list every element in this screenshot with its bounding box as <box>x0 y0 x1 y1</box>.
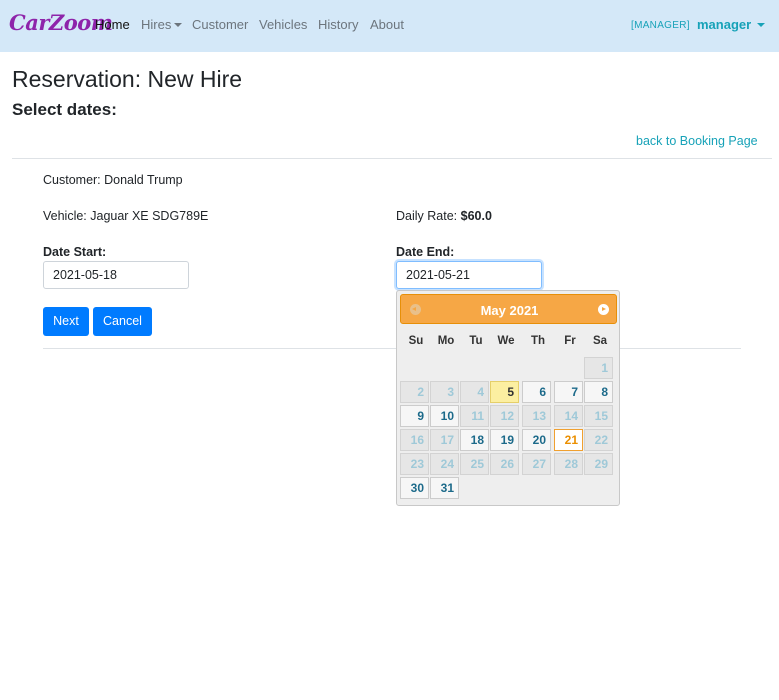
weekday-header: Mo <box>437 335 455 347</box>
user-name: manager <box>697 17 752 32</box>
calendar-day[interactable]: 9 <box>400 405 429 427</box>
vehicle-info: Vehicle: Jaguar XE SDG789E <box>43 209 209 223</box>
weekday-header: Sa <box>592 335 608 347</box>
date-end-label: Date End: <box>396 245 455 259</box>
calendar-day: 28 <box>554 453 583 475</box>
date-end-input[interactable]: 2021-05-21 <box>396 261 542 289</box>
chevron-down-icon <box>757 23 766 27</box>
nav-home[interactable]: Home <box>95 17 130 32</box>
date-start-label: Date Start: <box>43 245 107 259</box>
calendar-day: 15 <box>584 405 613 427</box>
calendar-day[interactable]: 5 <box>490 381 519 403</box>
weekday-header: Su <box>408 335 424 347</box>
calendar-day: 24 <box>430 453 459 475</box>
calendar-day: 27 <box>522 453 551 475</box>
nav-hires-label: Hires <box>141 17 172 32</box>
datepicker-month-title: May 2021 <box>480 303 539 318</box>
calendar-day[interactable]: 7 <box>554 381 583 403</box>
calendar-day: 23 <box>400 453 429 475</box>
customer-info: Customer: Donald Trump <box>43 173 183 187</box>
divider-bottom <box>43 348 741 349</box>
calendar-day[interactable]: 19 <box>490 429 519 451</box>
nav-customer[interactable]: Customer <box>192 17 248 32</box>
nav-hires[interactable]: Hires <box>141 17 183 32</box>
calendar-day: 13 <box>522 405 551 427</box>
cancel-button[interactable]: Cancel <box>93 307 152 336</box>
weekday-header: Th <box>530 335 546 347</box>
back-to-booking-link[interactable]: back to Booking Page <box>636 134 758 148</box>
user-menu[interactable]: manager <box>697 17 766 32</box>
calendar-day[interactable]: 31 <box>430 477 459 499</box>
calendar-day[interactable]: 20 <box>522 429 551 451</box>
datepicker-header: May 2021 <box>400 294 617 324</box>
calendar-day: 11 <box>460 405 489 427</box>
datepicker-popup: May 2021 Su Mo Tu We Th Fr Sa 1 2 3 4 5 6 7 8 9 10 11 12 1… <box>396 290 620 506</box>
weekday-header: We <box>497 335 515 347</box>
divider-top <box>12 158 772 159</box>
chevron-down-icon <box>174 23 183 27</box>
page-title: Reservation: New Hire <box>12 66 243 92</box>
calendar-day: 22 <box>584 429 613 451</box>
top-navbar: CarZoom Home Hires Customer Vehicles His… <box>0 0 779 52</box>
calendar-day: 3 <box>430 381 459 403</box>
calendar-day: 26 <box>490 453 519 475</box>
calendar-day: 25 <box>460 453 489 475</box>
calendar-day: 29 <box>584 453 613 475</box>
weekday-header: Fr <box>564 335 576 347</box>
nav-about[interactable]: About <box>370 17 404 32</box>
calendar-day[interactable]: 18 <box>460 429 489 451</box>
weekday-header: Tu <box>469 335 483 347</box>
calendar-day: 17 <box>430 429 459 451</box>
calendar-day[interactable]: 8 <box>584 381 613 403</box>
calendar-day: 12 <box>490 405 519 427</box>
calendar-day[interactable]: 21 <box>554 429 583 451</box>
next-month-icon[interactable] <box>598 304 609 315</box>
calendar-day: 2 <box>400 381 429 403</box>
daily-rate-label: Daily Rate: <box>396 209 458 223</box>
calendar-day[interactable]: 10 <box>430 405 459 427</box>
next-button[interactable]: Next <box>43 307 89 336</box>
page-subtitle: Select dates: <box>12 100 117 119</box>
calendar-day[interactable]: 30 <box>400 477 429 499</box>
calendar-day[interactable]: 6 <box>522 381 551 403</box>
nav-history[interactable]: History <box>318 17 358 32</box>
calendar-day: 1 <box>584 357 613 379</box>
nav-vehicles[interactable]: Vehicles <box>259 17 307 32</box>
daily-rate: Daily Rate: $60.0 <box>396 209 492 223</box>
calendar-day: 16 <box>400 429 429 451</box>
role-badge: [MANAGER] <box>631 20 690 31</box>
daily-rate-value: $60.0 <box>460 209 492 223</box>
calendar-day: 4 <box>460 381 489 403</box>
calendar-day: 14 <box>554 405 583 427</box>
date-start-input[interactable]: 2021-05-18 <box>43 261 189 289</box>
